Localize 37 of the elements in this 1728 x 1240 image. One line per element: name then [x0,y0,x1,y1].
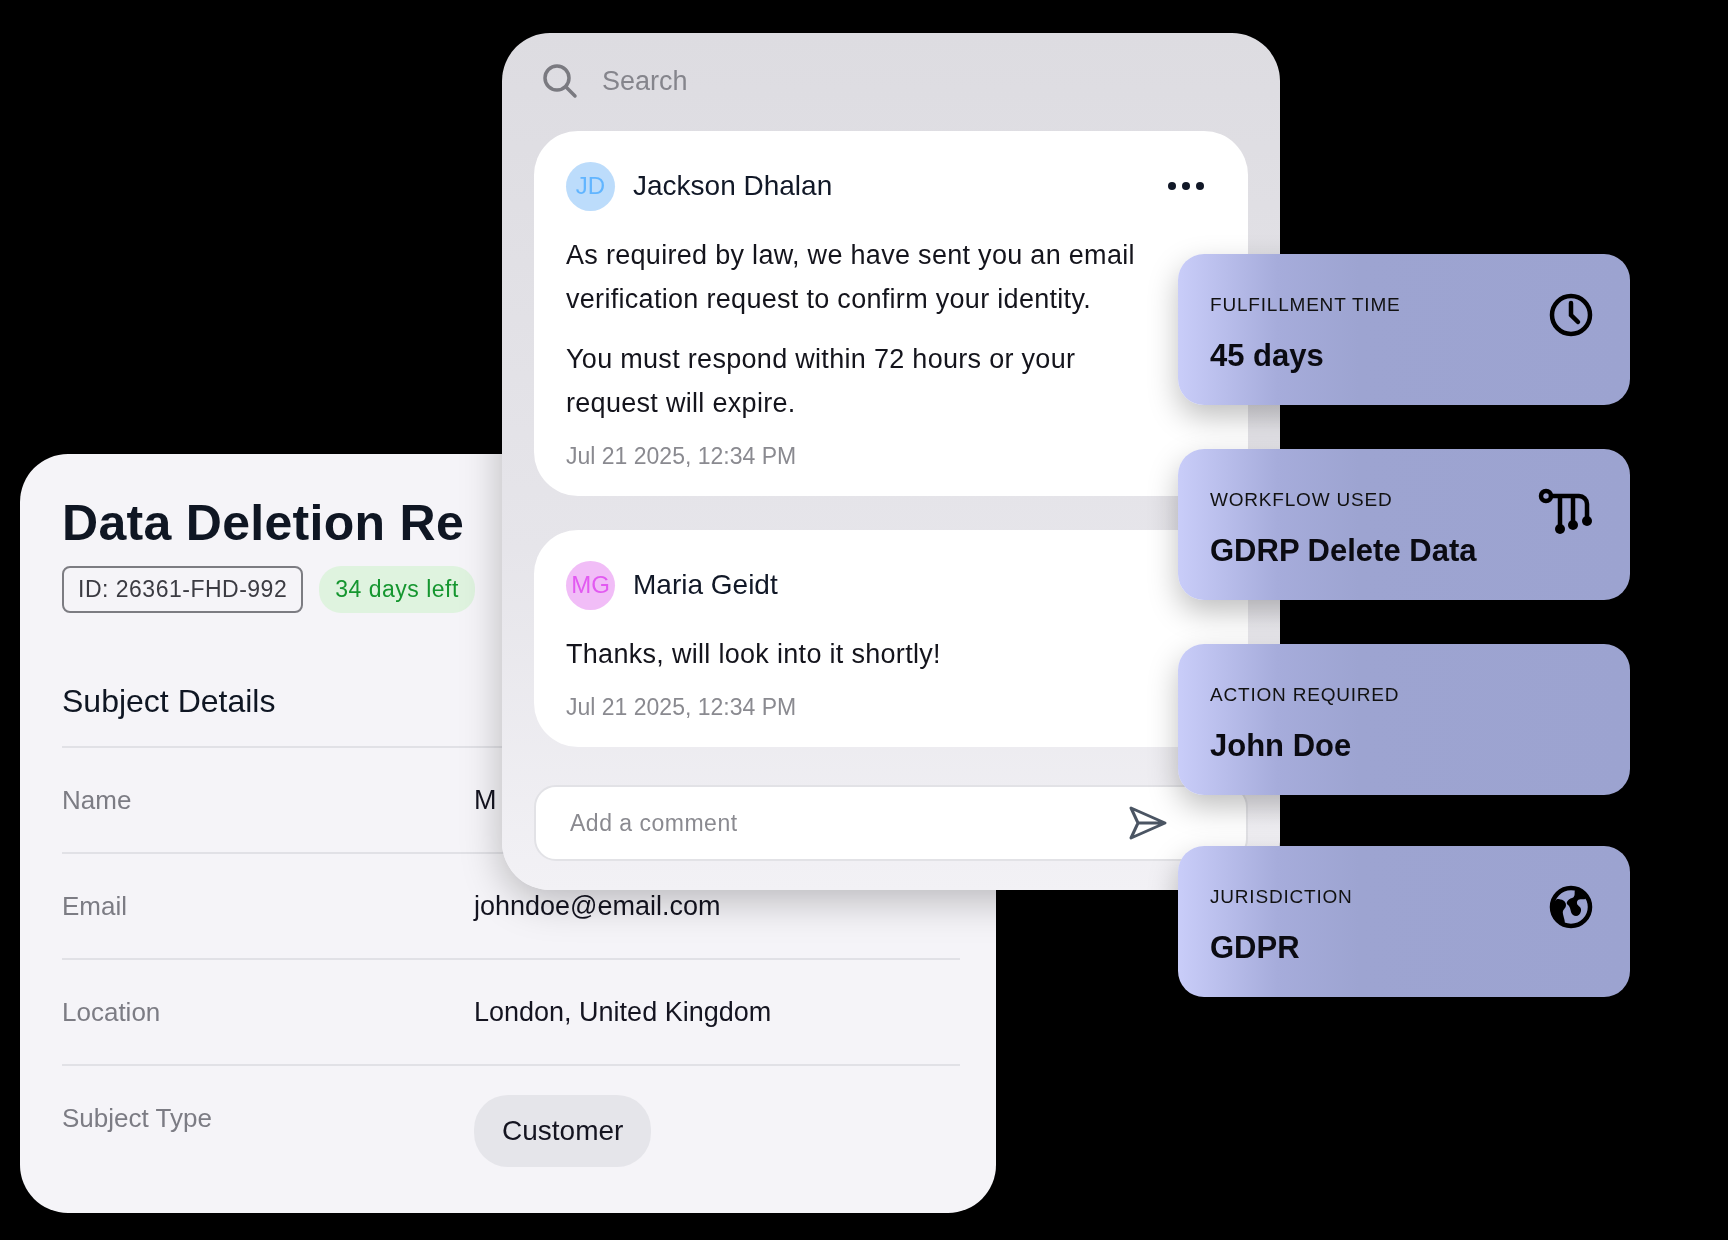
fact-label: JURISDICTION [1210,886,1353,908]
clock-icon [1548,292,1594,338]
subject-type-tag: Customer [474,1095,652,1167]
field-label: Location [62,996,162,1028]
workflow-icon [1538,487,1594,535]
message-text: As required by law, we have sent you an email verification request to confirm your identity. [566,239,1136,316]
message-time: Jul 21 2025, 12:34 PM [566,443,797,470]
field-label: Name [62,784,133,816]
request-title: Data Deletion Re [62,494,465,552]
avatar: MG [566,560,615,610]
comment-field[interactable]: Add a comment [534,785,1248,861]
field-value: M [474,784,497,816]
message-time: Jul 21 2025, 12:34 PM [566,694,797,721]
fact-label: FULFILLMENT TIME [1210,294,1401,316]
message-text: Thanks, will look into it shortly! [566,638,942,671]
fact-value: GDRP Delete Data [1210,533,1477,569]
more-icon[interactable] [1168,182,1204,190]
author-name: Maria Geidt [633,569,779,601]
request-id: ID: 26361-FHD-992 [62,566,304,613]
deadline-badge: 34 days left [319,566,475,613]
send-icon[interactable] [1128,805,1168,841]
fact-value: GDPR [1210,930,1300,966]
fact-value: John Doe [1210,728,1352,764]
section-heading: Subject Details [62,683,276,720]
avatar: JD [566,161,615,211]
field-label: Email [62,890,128,922]
author-name: Jackson Dhalan [633,170,834,202]
message-text: You must respond within 72 hours or your request will expire. [566,343,1077,420]
fact-label: ACTION REQUIRED [1210,684,1400,706]
fact-value: 45 days [1210,338,1324,374]
search-icon [542,63,578,99]
globe-icon [1548,884,1594,930]
field-label: Subject Type [62,1102,213,1134]
search-field[interactable]: Search [602,65,688,97]
field-value: johndoe@email.com [474,890,721,922]
field-value: London, United Kingdom [474,996,772,1028]
fact-label: WORKFLOW USED [1210,489,1393,511]
